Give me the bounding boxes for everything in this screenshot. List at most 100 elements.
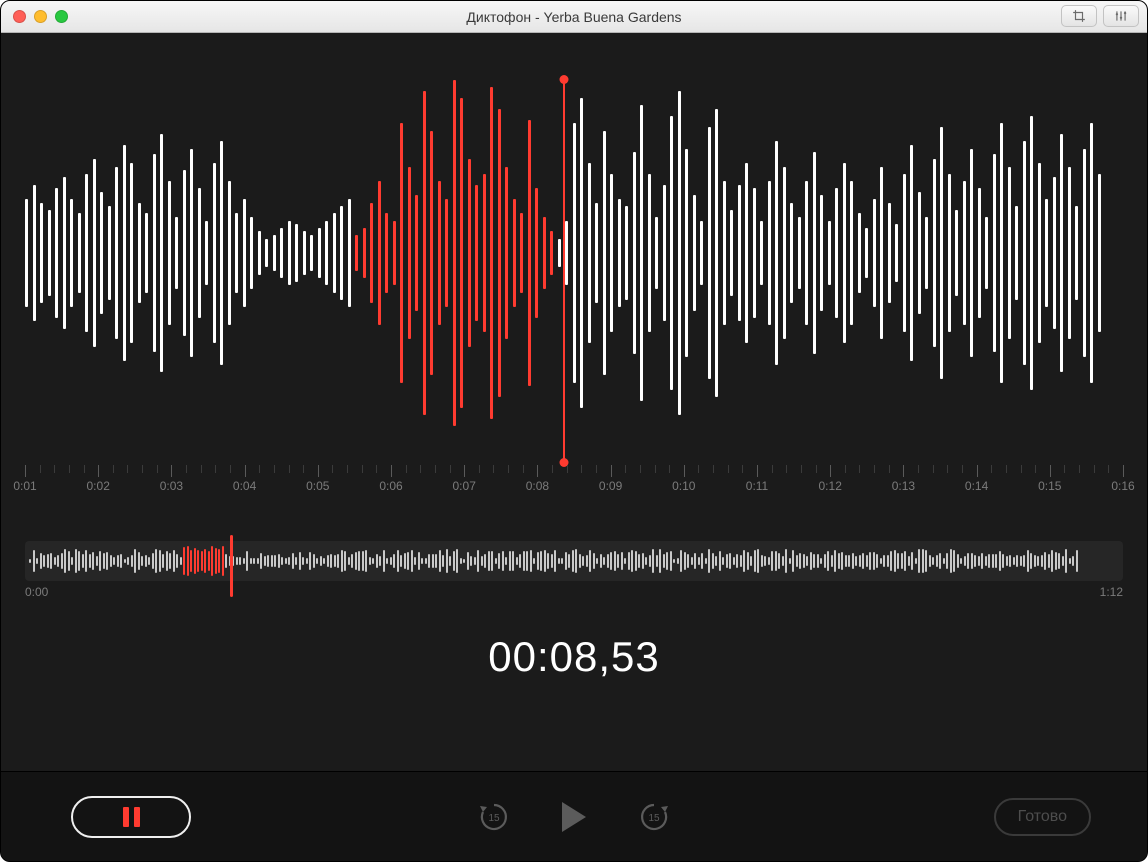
waveform-bar bbox=[363, 228, 366, 278]
waveform-bar bbox=[325, 221, 328, 286]
current-time-display: 00:08,53 bbox=[1, 633, 1147, 681]
ruler-label: 0:11 bbox=[746, 479, 768, 493]
waveform-bar bbox=[1090, 123, 1093, 382]
waveform-bar bbox=[123, 145, 126, 361]
waveform-bar bbox=[835, 188, 838, 318]
ruler-label: 0:16 bbox=[1111, 479, 1134, 493]
waveform-bar bbox=[415, 195, 418, 310]
ruler-label: 0:04 bbox=[233, 479, 256, 493]
svg-text:15: 15 bbox=[648, 813, 660, 824]
waveform-bar bbox=[700, 221, 703, 286]
waveform-bar bbox=[588, 163, 591, 343]
waveform-bar bbox=[370, 203, 373, 304]
waveform-bar bbox=[183, 170, 186, 336]
titlebar: Диктофон - Yerba Buena Gardens bbox=[1, 1, 1147, 33]
waveform-bar bbox=[475, 185, 478, 322]
waveform-bar bbox=[273, 235, 276, 271]
waveform-bar bbox=[295, 224, 298, 282]
waveform-bar bbox=[760, 221, 763, 286]
waveform-bar bbox=[768, 181, 771, 325]
waveform-bar bbox=[490, 87, 493, 418]
waveform-bar bbox=[948, 174, 951, 332]
play-button[interactable] bbox=[559, 800, 589, 834]
tune-button[interactable] bbox=[1103, 5, 1139, 27]
waveform-bar bbox=[85, 174, 88, 332]
waveform-bar bbox=[288, 221, 291, 286]
waveform-bar bbox=[1008, 167, 1011, 340]
waveform-bar bbox=[918, 192, 921, 314]
waveform-bar bbox=[1038, 163, 1041, 343]
waveform-bar bbox=[873, 199, 876, 307]
waveform-bar bbox=[663, 185, 666, 322]
waveform-bar bbox=[1030, 116, 1033, 390]
waveform-bar bbox=[933, 159, 936, 346]
playhead[interactable] bbox=[563, 79, 565, 463]
waveform-bar bbox=[175, 217, 178, 289]
ruler-label: 0:14 bbox=[965, 479, 988, 493]
overview-end-time: 1:12 bbox=[1100, 585, 1123, 599]
waveform-bar bbox=[468, 159, 471, 346]
waveform-bar bbox=[993, 154, 996, 352]
skip-back-15-button[interactable]: 15 bbox=[477, 800, 511, 834]
done-button[interactable]: Готово bbox=[994, 798, 1091, 836]
waveform-bar bbox=[513, 199, 516, 307]
waveform-bar bbox=[910, 145, 913, 361]
waveform-bar bbox=[498, 109, 501, 397]
waveform-bar bbox=[813, 152, 816, 354]
waveform-bar bbox=[685, 149, 688, 358]
waveform-bar bbox=[190, 149, 193, 358]
waveform-bar bbox=[903, 174, 906, 332]
waveform-bar bbox=[115, 167, 118, 340]
waveform-bar bbox=[730, 210, 733, 296]
waveform-bar bbox=[558, 239, 561, 268]
waveform-bar bbox=[790, 203, 793, 304]
waveform-bar bbox=[520, 213, 523, 292]
toolbar-right bbox=[1061, 5, 1139, 27]
waveform-bar bbox=[138, 203, 141, 304]
skip-forward-15-button[interactable]: 15 bbox=[637, 800, 671, 834]
waveform-bar bbox=[753, 188, 756, 318]
waveform-bar bbox=[108, 206, 111, 300]
ruler-label: 0:07 bbox=[453, 479, 476, 493]
waveform-bar bbox=[805, 181, 808, 325]
ruler-label: 0:10 bbox=[672, 479, 695, 493]
window-title: Диктофон - Yerba Buena Gardens bbox=[1, 9, 1147, 25]
waveform-bar bbox=[648, 174, 651, 332]
overview-waveform[interactable]: 0:00 1:12 bbox=[25, 541, 1123, 591]
waveform-bar bbox=[93, 159, 96, 346]
crop-button[interactable] bbox=[1061, 5, 1097, 27]
waveform-bar bbox=[348, 199, 351, 307]
ruler-label: 0:02 bbox=[87, 479, 110, 493]
waveform-bar bbox=[708, 127, 711, 379]
main-waveform[interactable] bbox=[25, 53, 1123, 453]
waveform-bar bbox=[963, 181, 966, 325]
waveform-bar bbox=[1015, 206, 1018, 300]
waveform-bar bbox=[1023, 141, 1026, 364]
waveform-bar bbox=[745, 163, 748, 343]
pause-icon bbox=[123, 807, 140, 827]
waveform-bar bbox=[595, 203, 598, 304]
ruler-label: 0:05 bbox=[306, 479, 329, 493]
waveform-bar bbox=[318, 228, 321, 278]
waveform-bar bbox=[40, 203, 43, 304]
waveform-bar bbox=[168, 181, 171, 325]
crop-icon bbox=[1071, 9, 1087, 23]
waveform-bar bbox=[880, 167, 883, 340]
waveform-bar bbox=[265, 239, 268, 268]
waveform-bar bbox=[310, 235, 313, 271]
timeline-ruler[interactable]: 0:010:020:030:040:050:060:070:080:090:10… bbox=[25, 465, 1123, 501]
waveform-bar bbox=[783, 167, 786, 340]
waveform-bar bbox=[603, 131, 606, 376]
waveform-bar bbox=[738, 185, 741, 322]
waveform-bar bbox=[460, 98, 463, 408]
waveform-bar bbox=[798, 217, 801, 289]
waveform-bar bbox=[48, 210, 51, 296]
waveform-bar bbox=[715, 109, 718, 397]
waveform-bar bbox=[528, 120, 531, 386]
waveform-bar bbox=[130, 163, 133, 343]
overview-cursor[interactable] bbox=[230, 535, 233, 597]
equalizer-icon bbox=[1113, 9, 1129, 23]
ruler-label: 0:01 bbox=[13, 479, 36, 493]
pause-record-button[interactable] bbox=[71, 796, 191, 838]
ruler-label: 0:06 bbox=[379, 479, 402, 493]
